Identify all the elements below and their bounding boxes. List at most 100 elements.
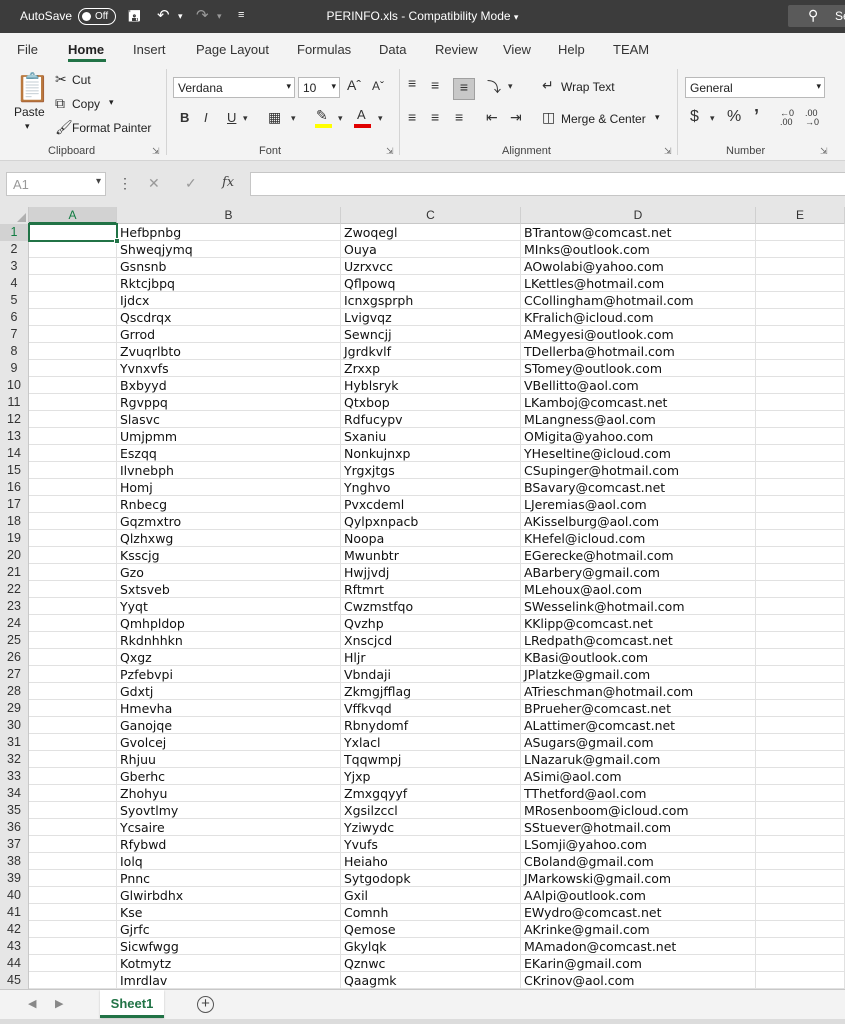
- cell-b[interactable]: Eszqq: [117, 445, 341, 462]
- row-header[interactable]: 41: [0, 904, 29, 921]
- currency-dropdown-icon[interactable]: ▾: [710, 113, 715, 124]
- cell-c[interactable]: Sytgodopk: [341, 870, 521, 887]
- decrease-indent-icon[interactable]: ⇤: [486, 109, 498, 126]
- cell-d[interactable]: CSupinger@hotmail.com: [521, 462, 756, 479]
- cell-c[interactable]: Comnh: [341, 904, 521, 921]
- row-header[interactable]: 15: [0, 462, 29, 479]
- cell-a[interactable]: [29, 445, 117, 462]
- cell-d[interactable]: ASimi@aol.com: [521, 768, 756, 785]
- cell-a[interactable]: [29, 802, 117, 819]
- row-header[interactable]: 13: [0, 428, 29, 445]
- row-header[interactable]: 3: [0, 258, 29, 275]
- cell-d[interactable]: YHeseltine@icloud.com: [521, 445, 756, 462]
- cell-a[interactable]: [29, 428, 117, 445]
- cell-e[interactable]: [756, 632, 845, 649]
- tab-review[interactable]: Review: [435, 42, 478, 57]
- tab-home[interactable]: Home: [68, 42, 104, 57]
- cell-a[interactable]: [29, 887, 117, 904]
- cell-c[interactable]: Sewncjj: [341, 326, 521, 343]
- row-header[interactable]: 5: [0, 292, 29, 309]
- tab-page-layout[interactable]: Page Layout: [196, 42, 269, 57]
- tab-insert[interactable]: Insert: [133, 42, 166, 57]
- fill-handle[interactable]: [114, 238, 120, 244]
- copy-dropdown-icon[interactable]: ▾: [109, 97, 114, 108]
- align-right-icon[interactable]: ≡: [455, 109, 463, 125]
- row-header[interactable]: 8: [0, 343, 29, 360]
- cell-d[interactable]: JPlatzke@gmail.com: [521, 666, 756, 683]
- cell-c[interactable]: Mwunbtr: [341, 547, 521, 564]
- cell-e[interactable]: [756, 717, 845, 734]
- cell-b[interactable]: Ganojqe: [117, 717, 341, 734]
- cell-b[interactable]: Gzo: [117, 564, 341, 581]
- title-dropdown-icon[interactable]: ▾: [514, 12, 519, 22]
- cell-e[interactable]: [756, 564, 845, 581]
- cell-d[interactable]: SWesselink@hotmail.com: [521, 598, 756, 615]
- row-header[interactable]: 14: [0, 445, 29, 462]
- clipboard-launcher-icon[interactable]: ⇲: [152, 146, 160, 157]
- tab-file[interactable]: File: [17, 42, 38, 57]
- cell-d[interactable]: KBasi@outlook.com: [521, 649, 756, 666]
- cell-c[interactable]: Uzrxvcc: [341, 258, 521, 275]
- cell-e[interactable]: [756, 734, 845, 751]
- cell-b[interactable]: Hefbpnbg: [117, 224, 341, 241]
- cell-c[interactable]: Jgrdkvlf: [341, 343, 521, 360]
- cell-d[interactable]: BTrantow@comcast.net: [521, 224, 756, 241]
- merge-center-button[interactable]: Merge & Center: [561, 112, 646, 126]
- cell-b[interactable]: Iolq: [117, 853, 341, 870]
- cell-a[interactable]: [29, 819, 117, 836]
- cell-c[interactable]: Yziwydc: [341, 819, 521, 836]
- cell-b[interactable]: Rfybwd: [117, 836, 341, 853]
- cell-b[interactable]: Yyqt: [117, 598, 341, 615]
- cell-b[interactable]: Rktcjbpq: [117, 275, 341, 292]
- cell-b[interactable]: Qxgz: [117, 649, 341, 666]
- format-painter-button[interactable]: Format Painter: [72, 121, 151, 135]
- cell-b[interactable]: Qlzhxwg: [117, 530, 341, 547]
- cell-d[interactable]: MInks@outlook.com: [521, 241, 756, 258]
- cell-a[interactable]: [29, 785, 117, 802]
- cell-b[interactable]: Kotmytz: [117, 955, 341, 972]
- row-header[interactable]: 7: [0, 326, 29, 343]
- cell-c[interactable]: Lvigvqz: [341, 309, 521, 326]
- cell-a[interactable]: [29, 411, 117, 428]
- cell-d[interactable]: CKrinov@aol.com: [521, 972, 756, 989]
- cell-d[interactable]: OMigita@yahoo.com: [521, 428, 756, 445]
- cell-a[interactable]: [29, 479, 117, 496]
- cell-e[interactable]: [756, 768, 845, 785]
- cell-a[interactable]: [29, 683, 117, 700]
- cell-d[interactable]: VBellitto@aol.com: [521, 377, 756, 394]
- cell-c[interactable]: Yvufs: [341, 836, 521, 853]
- cell-e[interactable]: [756, 530, 845, 547]
- cell-a[interactable]: [29, 581, 117, 598]
- row-header[interactable]: 29: [0, 700, 29, 717]
- cell-b[interactable]: Rnbecg: [117, 496, 341, 513]
- cell-d[interactable]: ASugars@gmail.com: [521, 734, 756, 751]
- cell-c[interactable]: Qvzhp: [341, 615, 521, 632]
- cell-a[interactable]: [29, 632, 117, 649]
- font-launcher-icon[interactable]: ⇲: [386, 146, 394, 157]
- row-header[interactable]: 20: [0, 547, 29, 564]
- fill-color-icon[interactable]: ✎: [316, 107, 328, 124]
- row-header[interactable]: 42: [0, 921, 29, 938]
- cell-b[interactable]: Yvnxvfs: [117, 360, 341, 377]
- cell-b[interactable]: Imrdlav: [117, 972, 341, 989]
- cell-d[interactable]: LNazaruk@gmail.com: [521, 751, 756, 768]
- cell-d[interactable]: AMegyesi@outlook.com: [521, 326, 756, 343]
- cell-c[interactable]: Noopa: [341, 530, 521, 547]
- row-header[interactable]: 27: [0, 666, 29, 683]
- cell-d[interactable]: SStuever@hotmail.com: [521, 819, 756, 836]
- increase-decimal-icon[interactable]: ←0.00: [780, 109, 794, 127]
- font-name-dropdown-icon[interactable]: ▾: [286, 81, 291, 92]
- cell-e[interactable]: [756, 326, 845, 343]
- row-header[interactable]: 39: [0, 870, 29, 887]
- cell-c[interactable]: Qflpowq: [341, 275, 521, 292]
- align-left-icon[interactable]: ≡: [408, 109, 416, 125]
- name-box[interactable]: A1 ▾: [6, 172, 106, 196]
- search-box[interactable]: ⚲ Se: [788, 5, 845, 27]
- cell-d[interactable]: CBoland@gmail.com: [521, 853, 756, 870]
- row-header[interactable]: 30: [0, 717, 29, 734]
- cell-b[interactable]: Sicwfwgg: [117, 938, 341, 955]
- fill-color-dropdown-icon[interactable]: ▾: [338, 113, 343, 124]
- cell-b[interactable]: Qmhpldop: [117, 615, 341, 632]
- cell-c[interactable]: Ouya: [341, 241, 521, 258]
- row-header[interactable]: 31: [0, 734, 29, 751]
